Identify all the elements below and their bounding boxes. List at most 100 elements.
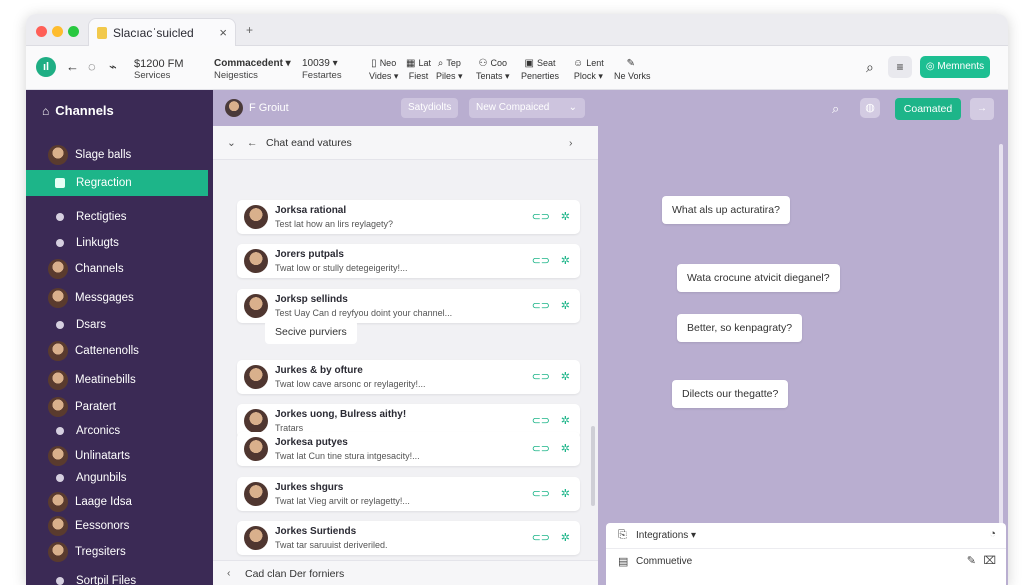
link-icon[interactable]: ⊂⊃ [532,487,550,500]
edit-icon[interactable]: ✎ [967,554,976,567]
back-arrow-icon[interactable]: ← [66,59,79,74]
chat-list-item[interactable]: Jurkes & by ofture Twat low cave arsonc o… [237,360,580,394]
avatar[interactable] [225,99,243,117]
forward-arrow-button[interactable]: → [970,98,994,120]
toolbar-tool-coo[interactable]: ⚇ Coo Tenats ▾ [476,57,510,82]
document-icon: ▯ [371,58,377,69]
minimize-window-dot[interactable] [52,26,63,37]
avatar [244,294,268,318]
link-icon[interactable]: ⊂⊃ [532,254,550,267]
chat-bubble-icon[interactable]: ◌ [88,59,96,74]
message-bubble: What als up acturatira? [662,196,790,224]
sidebar-item[interactable]: Messgages [26,285,213,311]
trash-icon[interactable]: ⌧ [983,554,996,567]
settings-icon[interactable]: ✲ [561,210,570,223]
close-window-dot[interactable] [36,26,47,37]
avatar [244,526,268,550]
toolbar-tool-seat[interactable]: ▣ Seat Penerties [521,57,559,82]
conversation-scrollbar[interactable] [999,144,1003,554]
chat-item-name: Jorkes Surtiends [275,526,357,537]
integrations-label: Integrations ▾ [636,530,697,541]
maximize-window-dot[interactable] [68,26,79,37]
settings-icon[interactable]: ✲ [561,531,570,544]
chat-list-item[interactable]: Jorkesa putyes Twat lat Cun tine stura in… [237,432,580,466]
app-logo-icon[interactable]: ıl [36,57,56,77]
settings-icon[interactable]: ✲ [561,299,570,312]
avatar [48,288,68,308]
tag-icon[interactable]: ⌁ [109,59,117,75]
message-bubble: Wata crocune atvicit dieganel? [677,264,840,292]
chat-group-title: F Groiut [249,102,289,114]
chat-list-item[interactable]: Jorksa rational Test lat how an lirs reyl… [237,200,580,234]
top-toolbar: ıl ← ◌ ⌁ $1200 FM Services Commacedent ▾… [26,46,1008,90]
toolbar-tool-lent[interactable]: ☺ Lent Plock ▾ [573,57,604,82]
sidebar-item[interactable]: Meatinebills [26,367,213,393]
sidebar-item[interactable]: Sortpil Files [26,568,213,585]
settings-icon[interactable]: ✲ [561,442,570,455]
browser-tab[interactable]: Slacıacˈsuicled × [88,18,236,46]
collapse-chevron-icon[interactable]: ⌄ [227,137,236,149]
avatar [244,482,268,506]
settings-circle-icon[interactable]: ◔ [989,528,996,540]
sidebar-item[interactable]: Laage Idsa [26,489,213,515]
settings-icon[interactable]: ✲ [561,414,570,427]
link-icon[interactable]: ⊂⊃ [532,299,550,312]
toolbar-tool-lat[interactable]: ▦ Lat Fiest [406,57,431,82]
tool-tep-sub: Piles ▾ [436,71,463,81]
members-button[interactable]: ◎ Memnents [920,56,990,78]
settings-icon[interactable]: ✲ [561,254,570,267]
new-compaiced-dropdown[interactable]: New Compaiced ⌄ [469,98,585,118]
chat-list-item[interactable]: Jorkes Surtiends Twat tar saruuist derive… [237,521,580,555]
chevron-left-icon[interactable]: ‹ [227,567,231,579]
sidebar-item[interactable]: Eessonors [26,513,213,539]
channel-dot-icon [56,213,64,221]
link-icon[interactable]: ⊂⊃ [532,442,550,455]
sidebar-item[interactable]: Regraction [26,170,208,196]
channel-icon [55,178,65,188]
link-icon[interactable]: ⊂⊃ [532,370,550,383]
settings-icon[interactable]: ✲ [561,370,570,383]
count-dropdown[interactable]: 10039 ▾ Festartes [302,58,342,82]
coamated-button[interactable]: Coamated [895,98,961,120]
toolbar-tool-tep[interactable]: ⌕ Tep Piles ▾ [436,57,463,82]
tab-close-icon[interactable]: × [219,25,227,40]
back-arrow-icon[interactable]: ← [247,137,258,149]
sidebar-item[interactable]: Angunbils [26,465,213,491]
chat-list-item[interactable]: Jurkes shgurs Twat lat Vieg arvilt or rey… [237,477,580,511]
commacedent-dropdown[interactable]: Commacedent ▾ Neigestics [214,58,291,82]
chat-list-item[interactable]: Jorers putpals Twat low or stully detegei… [237,244,580,278]
app-window: Slacıacˈsuicled × + ıl ← ◌ ⌁ $1200 FM Se… [26,14,1008,585]
toolbar-tool-neworks[interactable]: ✎ Ne Vorks [614,57,651,82]
count-label: Festartes [302,70,342,81]
search-icon[interactable]: ⌕ [866,59,874,76]
link-icon[interactable]: ⊂⊃ [532,414,550,427]
status-pill-button[interactable]: Satydiolts [401,98,459,118]
new-tab-button[interactable]: + [246,23,253,37]
menu-icon[interactable]: ≡ [888,56,912,78]
chat-list-item[interactable]: Jorksp sellinds Test Uay Can d reyfyou do… [237,289,580,323]
channels-sidebar: ⌂ Channels Slage balls Regraction Rectigtie… [26,90,213,585]
sidebar-item[interactable]: Rectigties [26,204,213,230]
chevron-right-icon[interactable]: › [569,137,573,149]
settings-icon[interactable]: ✲ [561,487,570,500]
integrations-row[interactable]: ⎘ Integrations ▾ ◔ [606,523,1006,549]
services-stat[interactable]: $1200 FM Services [134,58,184,82]
sidebar-item[interactable]: Dsars [26,312,213,338]
chat-list-footer[interactable]: ‹ Cad clan Der forniers [213,560,598,585]
link-icon[interactable]: ⊂⊃ [532,210,550,223]
search-icon[interactable]: ⌕ [832,101,839,117]
sidebar-item[interactable]: Linkugts [26,230,213,256]
sidebar-item[interactable]: Arconics [26,418,213,444]
sidebar-item[interactable]: Tregsiters [26,539,213,565]
sidebar-item[interactable]: Cattenenolls [26,338,213,364]
toolbar-tool-neo[interactable]: ▯ Neo Vides ▾ [369,57,398,82]
avatar [244,205,268,229]
link-icon[interactable]: ⊂⊃ [532,531,550,544]
globe-icon[interactable]: ◍ [860,98,880,118]
sidebar-item[interactable]: Channels [26,256,213,282]
commuetive-row[interactable]: ▤ Commuetive ✎ ⌧ [606,549,1006,575]
tab-title: Slacıacˈsuicled [113,25,194,40]
sidebar-item[interactable]: Slage balls [26,142,213,168]
sidebar-item[interactable]: Paratert [26,394,213,420]
chat-list-scrollbar[interactable] [591,426,595,506]
